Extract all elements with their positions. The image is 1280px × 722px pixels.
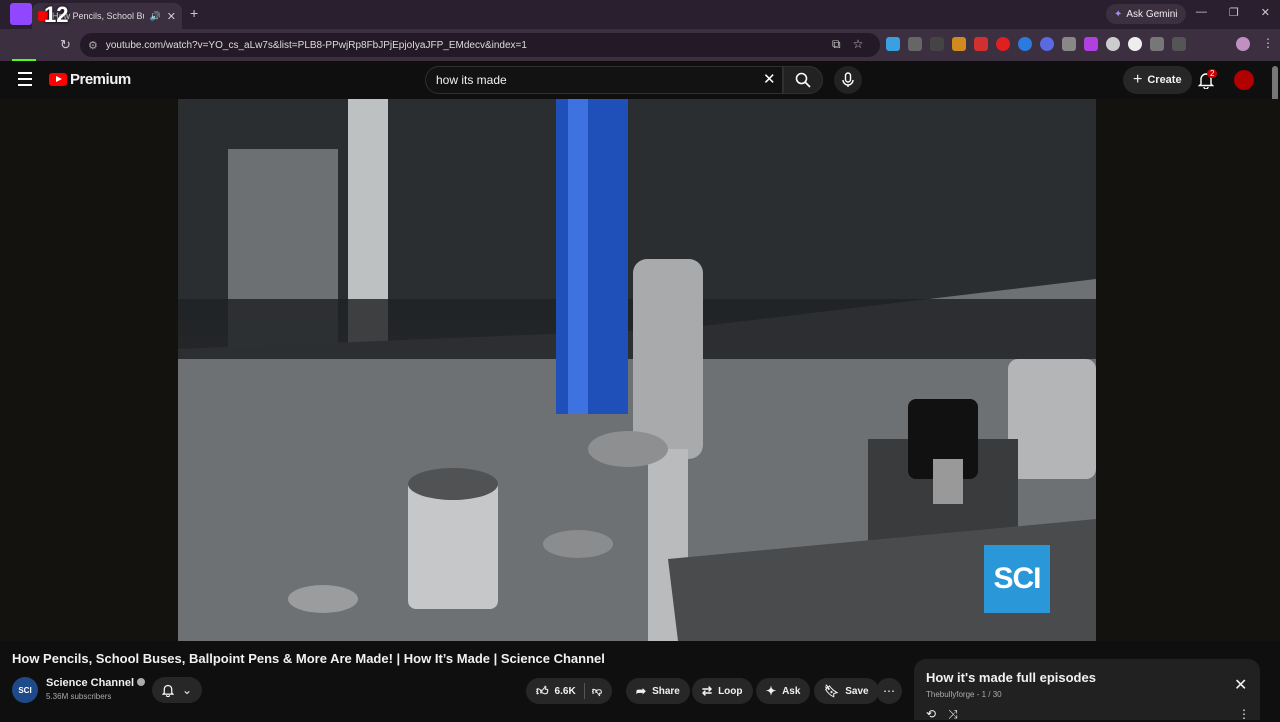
share-label: Share xyxy=(652,686,680,697)
like-count[interactable]: 6.6K xyxy=(555,686,576,697)
subscribed-bell-button[interactable]: ⌄ xyxy=(152,677,202,703)
extension-icon[interactable] xyxy=(908,37,922,51)
playlist-subtitle: Thebullyforge - 1 / 30 xyxy=(926,690,1002,699)
thumbs-down-icon[interactable]: 👎︎ xyxy=(592,685,602,697)
search-button[interactable] xyxy=(783,66,823,94)
gemini-sparkle-icon: ✦ xyxy=(1114,9,1122,20)
install-app-icon[interactable]: ⧉ xyxy=(832,37,841,52)
extension-icon[interactable] xyxy=(1128,37,1142,51)
ask-button[interactable]: ✦ Ask xyxy=(756,678,810,704)
extension-icon[interactable] xyxy=(952,37,966,51)
like-dislike-group: 👍︎ 6.6K 👎︎ xyxy=(526,678,612,704)
bookmark-star-icon[interactable]: ☆ xyxy=(853,37,864,52)
clear-search-icon[interactable]: ✕ xyxy=(763,70,776,88)
extension-icon[interactable] xyxy=(996,37,1010,51)
user-avatar[interactable] xyxy=(1234,70,1254,90)
bookmark-icon: 🔖︎ xyxy=(824,684,839,698)
close-tab-icon[interactable]: ✕ xyxy=(167,10,176,23)
channel-name-text: Science Channel xyxy=(46,677,134,689)
browser-profile-avatar[interactable] xyxy=(1236,37,1250,51)
voice-search-button[interactable] xyxy=(834,66,862,94)
search-input[interactable]: how its made xyxy=(425,66,783,94)
chevron-down-icon: ⌄ xyxy=(182,683,192,697)
extension-icon[interactable] xyxy=(1018,37,1032,51)
logo-text: Premium xyxy=(70,71,131,88)
extension-icon[interactable] xyxy=(1106,37,1120,51)
share-arrow-icon: ➦ xyxy=(636,684,646,698)
create-label: Create xyxy=(1147,74,1181,86)
restore-icon[interactable]: ❐ xyxy=(1229,6,1239,19)
video-frame xyxy=(178,99,1096,641)
sparkle-icon: ✦ xyxy=(766,684,776,698)
extension-icon[interactable] xyxy=(1084,37,1098,51)
address-bar-row: ↻ ⚙ youtube.com/watch?v=YO_cs_aLw7s&list… xyxy=(0,29,1280,61)
twitch-icon xyxy=(10,3,32,25)
ask-gemini-button[interactable]: ✦ Ask Gemini xyxy=(1106,4,1186,24)
minimize-icon[interactable]: — xyxy=(1196,6,1207,19)
speaker-icon[interactable]: 🔊 xyxy=(150,11,161,22)
extensions-row xyxy=(886,37,1186,51)
ask-label: Ask xyxy=(782,686,800,697)
playlist-title[interactable]: How it's made full episodes xyxy=(926,670,1096,685)
extensions-puzzle-icon[interactable] xyxy=(1150,37,1164,51)
video-player[interactable] xyxy=(178,99,1096,641)
more-actions-icon[interactable]: ⋯ xyxy=(876,678,902,704)
thumbs-up-icon[interactable]: 👍︎ xyxy=(536,684,549,699)
extension-icon[interactable] xyxy=(1062,37,1076,51)
create-button[interactable]: + Create xyxy=(1123,66,1192,94)
loop-label: Loop xyxy=(718,686,742,697)
youtube-header: Premium how its made ✕ + Create 2 xyxy=(0,61,1280,99)
save-label: Save xyxy=(845,686,868,697)
save-button[interactable]: 🔖︎ Save xyxy=(814,678,879,704)
science-channel-watermark: SCI xyxy=(984,545,1050,613)
extension-icon[interactable] xyxy=(974,37,988,51)
search-query: how its made xyxy=(436,73,507,87)
share-button[interactable]: ➦ Share xyxy=(626,678,690,704)
reload-icon[interactable]: ↻ xyxy=(60,37,71,53)
site-info-icon[interactable]: ⚙ xyxy=(88,39,98,52)
plus-icon: + xyxy=(1133,71,1142,89)
extension-icon[interactable] xyxy=(930,37,944,51)
ask-gemini-label: Ask Gemini xyxy=(1126,9,1177,20)
overlay-counter-top: 12 xyxy=(44,2,68,28)
loop-icon: ⇄ xyxy=(702,684,712,698)
extension-icon[interactable] xyxy=(1040,37,1054,51)
bell-icon xyxy=(162,683,174,697)
close-playlist-icon[interactable]: ✕ xyxy=(1234,675,1247,695)
browser-menu-icon[interactable]: ⋮ xyxy=(1262,36,1274,50)
youtube-play-icon xyxy=(49,73,67,86)
window-controls: — ❐ ✕ xyxy=(1196,6,1270,19)
channel-name[interactable]: Science Channel xyxy=(46,677,145,689)
youtube-logo[interactable]: Premium xyxy=(49,71,131,88)
subscriber-count: 5.36M subscribers xyxy=(46,692,111,701)
close-window-icon[interactable]: ✕ xyxy=(1261,6,1270,19)
microphone-icon xyxy=(842,72,854,88)
search-icon xyxy=(795,72,811,88)
browser-tab-bar: How Pencils, School Buses 🔊 ✕ + 12 ✦ Ask… xyxy=(0,0,1280,29)
verified-icon xyxy=(137,678,145,686)
video-title: How Pencils, School Buses, Ballpoint Pen… xyxy=(12,651,605,666)
channel-avatar[interactable]: SCI xyxy=(12,677,38,703)
url-text: youtube.com/watch?v=YO_cs_aLw7s&list=PLB… xyxy=(106,40,527,51)
media-controls-icon[interactable] xyxy=(1172,37,1186,51)
url-actions: ⧉ ☆ xyxy=(832,37,863,52)
extension-icon[interactable] xyxy=(886,37,900,51)
playlist-panel: How it's made full episodes Thebullyforg… xyxy=(914,659,1260,720)
new-tab-button[interactable]: + xyxy=(190,5,198,21)
hamburger-menu-icon[interactable] xyxy=(18,72,32,90)
url-field[interactable]: ⚙ youtube.com/watch?v=YO_cs_aLw7s&list=P… xyxy=(80,33,880,57)
playlist-menu-icon[interactable]: ⋮ xyxy=(1238,707,1250,721)
notification-count-badge: 2 xyxy=(1207,69,1217,78)
loop-button[interactable]: ⇄ Loop xyxy=(692,678,753,704)
